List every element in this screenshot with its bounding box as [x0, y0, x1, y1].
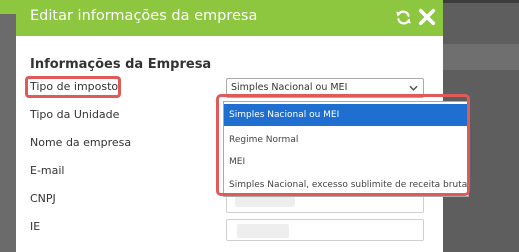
- tipo-imposto-select-value: Simples Nacional ou MEI: [231, 82, 348, 93]
- chevron-down-icon: [409, 85, 418, 91]
- label-ie: IE: [30, 220, 41, 233]
- redacted-value: [235, 197, 295, 207]
- label-cnpj: CNPJ: [30, 192, 56, 205]
- label-email: E-mail: [30, 164, 65, 177]
- highlight-box-dropdown: [216, 94, 470, 196]
- section-title: Informações da Empresa: [30, 57, 212, 72]
- close-icon[interactable]: [418, 8, 436, 26]
- refresh-icon[interactable]: [395, 9, 412, 26]
- redacted-value: [237, 224, 289, 238]
- modal-header: Editar informações da empresa: [16, 0, 443, 36]
- modal-title: Editar informações da empresa: [30, 8, 258, 24]
- ie-field[interactable]: [226, 219, 424, 241]
- label-tipo-unidade: Tipo da Unidade: [30, 108, 120, 121]
- background-divider: [443, 0, 519, 3]
- label-nome-empresa: Nome da empresa: [30, 136, 132, 149]
- highlight-box-label: [25, 76, 121, 98]
- background-header-strip: [0, 0, 16, 14]
- background-row: [443, 44, 519, 70]
- background-page: [0, 0, 16, 252]
